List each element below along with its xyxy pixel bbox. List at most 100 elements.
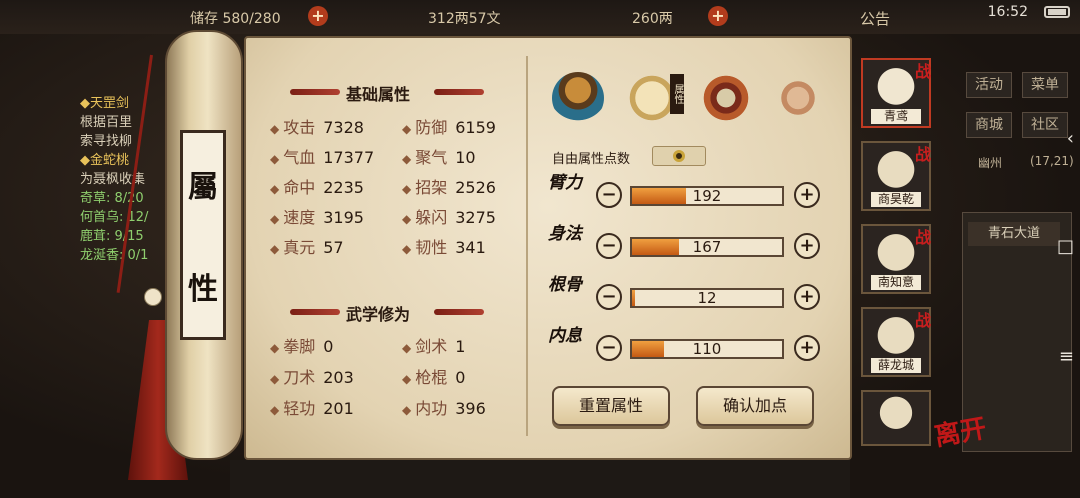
- battle-badge: 战: [914, 228, 931, 247]
- stat-value: 2526: [455, 178, 496, 197]
- stat-label: 躲闪: [415, 208, 448, 227]
- scroll-label-bottom: 性: [188, 272, 218, 307]
- minus-icon[interactable]: −: [596, 284, 622, 310]
- stat-label: 刀术: [283, 368, 316, 387]
- diamond-icon: ◆: [402, 372, 412, 386]
- stat-label: 韧性: [415, 238, 448, 257]
- menu-button-menu[interactable]: 菜单: [1022, 72, 1068, 98]
- party-portrait[interactable]: 战青鸢: [861, 58, 931, 128]
- stat-value: 3195: [323, 208, 364, 227]
- location-name: 幽州: [978, 156, 1003, 170]
- free-points-value: [652, 146, 706, 166]
- plus-icon[interactable]: +: [794, 182, 820, 208]
- menu-nav-icon[interactable]: ≡: [1059, 346, 1074, 367]
- notice-button[interactable]: 公告: [860, 8, 890, 29]
- attribute-bar: 192: [630, 186, 784, 206]
- menu-button-activity[interactable]: 活动: [966, 72, 1012, 98]
- stat-3: ◆ 枪棍 0: [402, 364, 465, 388]
- stat-label: 防御: [415, 118, 448, 137]
- title-ornament-left: [290, 89, 340, 95]
- plus-icon[interactable]: +: [794, 284, 820, 310]
- minus-icon[interactable]: −: [596, 233, 622, 259]
- stat-label: 命中: [283, 178, 316, 197]
- plus-icon[interactable]: +: [794, 335, 820, 361]
- stat-5: ◆ 内功 396: [402, 395, 486, 419]
- diamond-icon: ◆: [270, 182, 280, 196]
- basic-attributes-title: 基础属性: [346, 85, 411, 104]
- road-entry[interactable]: 青石大道: [968, 222, 1060, 246]
- stat-1: ◆ 剑术 1: [402, 333, 465, 357]
- minus-icon[interactable]: −: [596, 182, 622, 208]
- reset-attributes-button[interactable]: 重置属性: [552, 386, 670, 426]
- stat-1: ◆ 防御 6159: [402, 114, 496, 138]
- title-ornament-left: [290, 309, 340, 315]
- diamond-icon: ◆: [402, 341, 412, 355]
- stat-label: 拳脚: [283, 337, 316, 356]
- diamond-icon: ◆: [402, 212, 412, 226]
- menu-button-shop[interactable]: 商城: [966, 112, 1012, 138]
- stat-6: ◆ 速度 3195: [270, 204, 364, 228]
- attribute-book-icon[interactable]: 属性: [626, 72, 684, 124]
- free-points-label: 自由属性点数: [552, 152, 631, 167]
- storage-counter: 储存 580/280: [190, 11, 281, 27]
- title-ornament-right: [434, 89, 484, 95]
- stat-label: 真元: [283, 238, 316, 257]
- battle-badge: 战: [914, 145, 931, 164]
- back-nav-icon[interactable]: ‹: [1067, 128, 1074, 149]
- stat-2: ◆ 刀术 203: [270, 364, 354, 388]
- diamond-icon: ◆: [402, 403, 412, 417]
- taiji-icon[interactable]: [700, 72, 752, 124]
- attribute-name: 根骨: [548, 275, 582, 295]
- book-tag: 属性: [670, 74, 684, 114]
- location-coords: (17,21): [1030, 154, 1074, 168]
- body-meridian-icon[interactable]: [772, 72, 824, 124]
- party-member-name: 青鸢: [871, 109, 921, 124]
- stat-5: ◆ 招架 2526: [402, 174, 496, 198]
- add-gold-button[interactable]: +: [708, 6, 728, 26]
- minus-icon[interactable]: −: [596, 335, 622, 361]
- battery-icon: [1044, 6, 1070, 18]
- money-counter: 312两57文: [428, 11, 501, 27]
- attribute-value: 167: [692, 238, 722, 256]
- stat-8: ◆ 真元 57: [270, 234, 344, 258]
- diamond-icon: ◆: [270, 122, 280, 136]
- stat-value: 7328: [323, 118, 364, 137]
- stat-label: 剑术: [415, 337, 448, 356]
- diamond-icon: ◆: [270, 403, 280, 417]
- party-portrait[interactable]: 战南知意: [861, 224, 931, 294]
- stat-label: 速度: [283, 208, 316, 227]
- party-member-name: 南知意: [871, 275, 921, 290]
- stat-value: 0: [323, 337, 334, 356]
- attribute-value: 192: [692, 187, 722, 205]
- stat-value: 201: [323, 399, 354, 418]
- diamond-icon: ◆: [270, 242, 280, 256]
- stat-value: 341: [455, 238, 486, 257]
- home-nav-icon[interactable]: □: [1057, 236, 1074, 257]
- coin-icon: [673, 150, 685, 162]
- attribute-value: 12: [697, 289, 717, 307]
- plus-icon[interactable]: +: [794, 233, 820, 259]
- confirm-points-button[interactable]: 确认加点: [696, 386, 814, 426]
- status-time: 16:52: [987, 4, 1028, 20]
- stat-value: 1: [455, 337, 466, 356]
- top-bar: 储存 580/280 + 312两57文 260两 + 公告 16:52: [0, 0, 1080, 34]
- party-portrait[interactable]: 战商昊乾: [861, 141, 931, 211]
- party-portrait[interactable]: 战薛龙城: [861, 307, 931, 377]
- party-member-name: 薛龙城: [871, 358, 921, 373]
- diamond-icon: ◆: [402, 242, 412, 256]
- diamond-icon: ◆: [402, 152, 412, 166]
- stat-2: ◆ 气血 17377: [270, 144, 374, 168]
- gold-counter: 260两: [632, 11, 673, 27]
- hat-icon[interactable]: [552, 72, 604, 124]
- stat-label: 气血: [283, 148, 316, 167]
- add-storage-button[interactable]: +: [308, 6, 328, 26]
- menu-button-community[interactable]: 社区: [1022, 112, 1068, 138]
- attribute-bar: 110: [630, 339, 784, 359]
- bottom-toolbar: [230, 460, 850, 498]
- stat-7: ◆ 躲闪 3275: [402, 204, 496, 228]
- stat-label: 枪棍: [415, 368, 448, 387]
- party-portrait-extra[interactable]: [861, 390, 931, 446]
- attribute-name: 臂力: [548, 173, 582, 193]
- stat-label: 攻击: [283, 118, 316, 137]
- stat-0: ◆ 攻击 7328: [270, 114, 364, 138]
